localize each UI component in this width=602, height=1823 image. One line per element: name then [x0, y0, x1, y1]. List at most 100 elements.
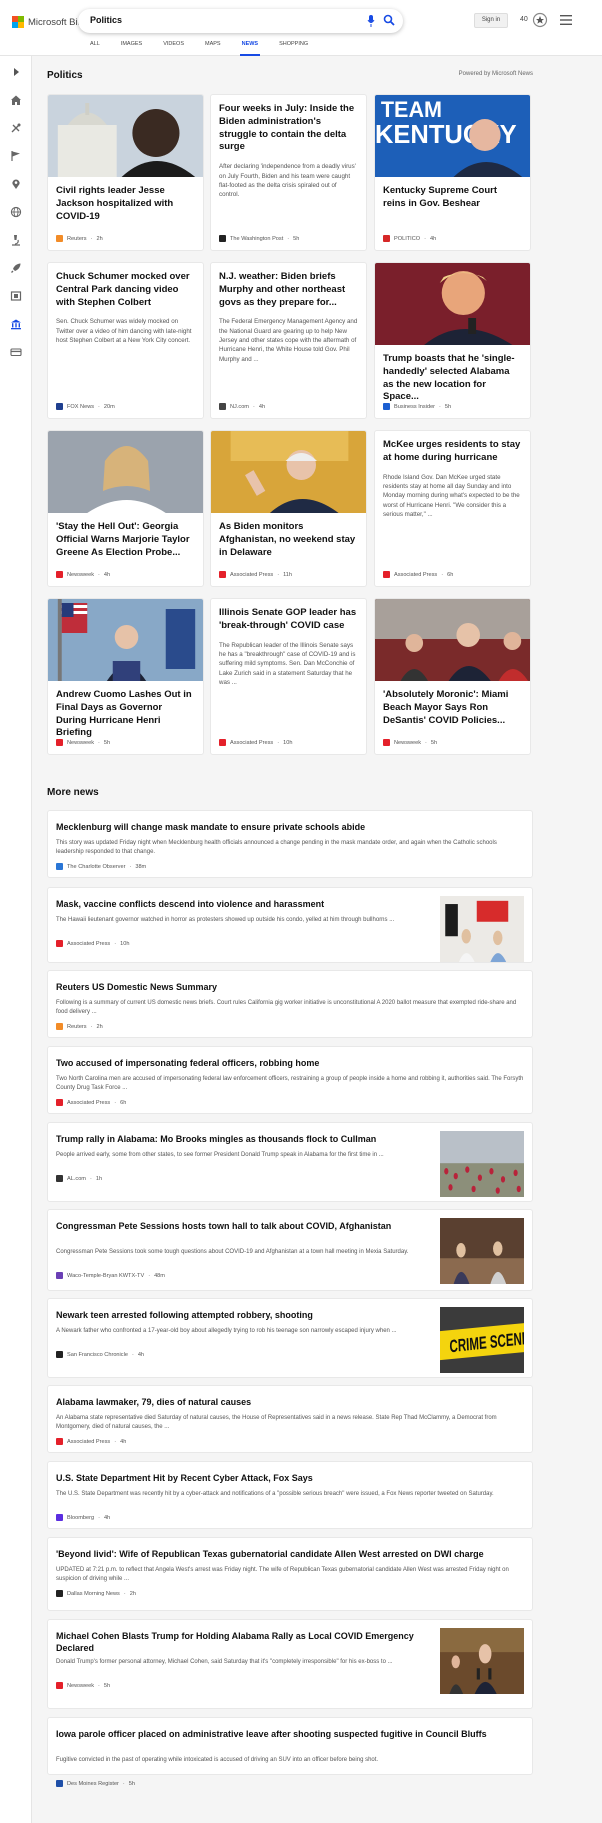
news-card-title[interactable]: Illinois Senate GOP leader has 'break-th…: [211, 607, 366, 633]
news-card-title[interactable]: Trump boasts that he 'single-handedly' s…: [375, 353, 530, 404]
news-card[interactable]: Andrew Cuomo Lashes Out in Final Days as…: [47, 598, 204, 755]
microphone-icon[interactable]: [367, 15, 375, 27]
news-card-source[interactable]: Associated Press · 6h: [383, 571, 453, 578]
tab-images[interactable]: IMAGES: [109, 40, 151, 56]
more-news-source[interactable]: AL.com · 1h: [56, 1175, 102, 1182]
more-news-title[interactable]: Trump rally in Alabama: Mo Brooks mingle…: [56, 1133, 416, 1145]
more-news-source[interactable]: Waco-Temple-Bryan KWTX-TV · 48m: [56, 1272, 165, 1279]
more-news-title[interactable]: 'Beyond livid': Wife of Republican Texas…: [56, 1548, 524, 1560]
more-news-source[interactable]: Associated Press · 4h: [56, 1438, 126, 1445]
more-news-title[interactable]: Alabama lawmaker, 79, dies of natural ca…: [56, 1396, 524, 1408]
microscope-icon[interactable]: [10, 234, 22, 246]
news-card[interactable]: Chuck Schumer mocked over Central Park d…: [47, 262, 204, 419]
more-news-item[interactable]: Reuters US Domestic News Summary Followin…: [47, 970, 533, 1038]
more-news-title[interactable]: Reuters US Domestic News Summary: [56, 981, 524, 993]
more-news-image[interactable]: [440, 1218, 524, 1284]
news-card-title[interactable]: N.J. weather: Biden briefs Murphy and ot…: [211, 271, 366, 309]
more-news-image[interactable]: [440, 1131, 524, 1197]
news-card-title[interactable]: McKee urges residents to stay at home du…: [375, 439, 530, 465]
news-card-source[interactable]: Newsweek · 5h: [383, 739, 437, 746]
news-card-title[interactable]: 'Stay the Hell Out': Georgia Official Wa…: [48, 521, 203, 559]
location-icon[interactable]: [10, 178, 22, 190]
more-news-item[interactable]: Two accused of impersonating federal off…: [47, 1046, 533, 1114]
bing-logo[interactable]: Microsoft Bing: [12, 16, 88, 28]
more-news-item[interactable]: Mecklenburg will change mask mandate to …: [47, 810, 533, 878]
news-card[interactable]: Illinois Senate GOP leader has 'break-th…: [210, 598, 367, 755]
more-news-image[interactable]: [440, 896, 524, 962]
rewards-points[interactable]: 40: [520, 16, 528, 23]
more-news-source[interactable]: Newsweek · 5h: [56, 1682, 110, 1689]
news-card-source[interactable]: Newsweek · 5h: [56, 739, 110, 746]
more-news-item[interactable]: Trump rally in Alabama: Mo Brooks mingle…: [47, 1122, 533, 1202]
bank-icon[interactable]: [10, 318, 22, 330]
tab-news[interactable]: NEWS: [230, 40, 268, 56]
more-news-title[interactable]: Mask, vaccine conflicts descend into vio…: [56, 898, 416, 910]
tab-shopping[interactable]: SHOPPING: [267, 40, 317, 56]
news-card-source[interactable]: Associated Press · 10h: [219, 739, 292, 746]
news-card-image[interactable]: [48, 599, 203, 681]
more-news-title[interactable]: Two accused of impersonating federal off…: [56, 1057, 524, 1069]
news-card[interactable]: TEAM KENTUCKY Kentucky Supreme Court reins…: [374, 94, 531, 251]
news-card-title[interactable]: Kentucky Supreme Court reins in Gov. Bes…: [375, 185, 530, 211]
news-card-source[interactable]: The Washington Post · 5h: [219, 235, 299, 242]
news-card-source[interactable]: Reuters · 2h: [56, 235, 103, 242]
more-news-source[interactable]: Associated Press · 10h: [56, 940, 129, 947]
more-news-source[interactable]: The Charlotte Observer · 38m: [56, 863, 146, 870]
more-news-title[interactable]: Congressman Pete Sessions hosts town hal…: [56, 1220, 416, 1232]
film-icon[interactable]: [10, 290, 22, 302]
news-card[interactable]: N.J. weather: Biden briefs Murphy and ot…: [210, 262, 367, 419]
search-icon[interactable]: [383, 14, 395, 26]
news-card-image[interactable]: [48, 95, 203, 177]
search-input[interactable]: Politics: [78, 9, 403, 33]
rocket-icon[interactable]: [10, 262, 22, 274]
card-icon[interactable]: [10, 346, 22, 358]
news-card-source[interactable]: NJ.com · 4h: [219, 403, 265, 410]
news-card[interactable]: Trump boasts that he 'single-handedly' s…: [374, 262, 531, 419]
home-icon[interactable]: [10, 94, 22, 106]
news-card-image[interactable]: [375, 599, 530, 681]
news-card[interactable]: As Biden monitors Afghanistan, no weeken…: [210, 430, 367, 587]
news-card-image[interactable]: [375, 263, 530, 345]
sports-icon[interactable]: [10, 122, 22, 134]
news-card-title[interactable]: Andrew Cuomo Lashes Out in Final Days as…: [48, 689, 203, 740]
tab-all[interactable]: ALL: [78, 40, 109, 56]
more-news-item[interactable]: Mask, vaccine conflicts descend into vio…: [47, 887, 533, 963]
more-news-item[interactable]: Congressman Pete Sessions hosts town hal…: [47, 1209, 533, 1291]
more-news-source[interactable]: Bloomberg · 4h: [56, 1514, 110, 1521]
tab-videos[interactable]: VIDEOS: [151, 40, 193, 56]
tab-maps[interactable]: MAPS: [193, 40, 230, 56]
more-news-source[interactable]: Associated Press · 6h: [56, 1099, 126, 1106]
more-news-source[interactable]: San Francisco Chronicle · 4h: [56, 1351, 144, 1358]
news-card-title[interactable]: Four weeks in July: Inside the Biden adm…: [211, 103, 366, 154]
news-card[interactable]: 'Stay the Hell Out': Georgia Official Wa…: [47, 430, 204, 587]
globe-icon[interactable]: [10, 206, 22, 218]
news-card-title[interactable]: As Biden monitors Afghanistan, no weeken…: [211, 521, 366, 559]
more-news-item[interactable]: Iowa parole officer placed on administra…: [47, 1717, 533, 1787]
more-news-item[interactable]: U.S. State Department Hit by Recent Cybe…: [47, 1461, 533, 1529]
chevron-right-icon[interactable]: [10, 66, 22, 78]
more-news-title[interactable]: Michael Cohen Blasts Trump for Holding A…: [56, 1630, 416, 1654]
news-card-title[interactable]: Civil rights leader Jesse Jackson hospit…: [48, 185, 203, 223]
news-card-title[interactable]: 'Absolutely Moronic': Miami Beach Mayor …: [375, 689, 530, 727]
more-news-title[interactable]: Newark teen arrested following attempted…: [56, 1309, 416, 1321]
more-news-title[interactable]: Iowa parole officer placed on administra…: [56, 1728, 524, 1740]
more-news-image[interactable]: [440, 1628, 524, 1694]
news-card-source[interactable]: Business Insider · 5h: [383, 403, 451, 410]
news-card-image[interactable]: TEAM KENTUCKY: [375, 95, 530, 177]
news-card-image[interactable]: [48, 431, 203, 513]
news-card[interactable]: Civil rights leader Jesse Jackson hospit…: [47, 94, 204, 251]
sign-in-button[interactable]: Sign in: [474, 13, 508, 28]
more-news-item[interactable]: Newark teen arrested following attempted…: [47, 1298, 533, 1378]
news-card-title[interactable]: Chuck Schumer mocked over Central Park d…: [48, 271, 203, 309]
news-card-source[interactable]: POLITICO · 4h: [383, 235, 436, 242]
news-card[interactable]: Four weeks in July: Inside the Biden adm…: [210, 94, 367, 251]
search-query[interactable]: Politics: [90, 15, 122, 25]
rewards-icon[interactable]: [532, 12, 548, 28]
news-card-source[interactable]: FOX News · 20m: [56, 403, 115, 410]
news-card-source[interactable]: Newsweek · 4h: [56, 571, 110, 578]
news-card[interactable]: 'Absolutely Moronic': Miami Beach Mayor …: [374, 598, 531, 755]
hamburger-menu-icon[interactable]: [560, 15, 572, 25]
more-news-source[interactable]: Des Moines Register · 5h: [56, 1780, 135, 1787]
more-news-source[interactable]: Reuters · 2h: [56, 1023, 103, 1030]
more-news-item[interactable]: Alabama lawmaker, 79, dies of natural ca…: [47, 1385, 533, 1453]
